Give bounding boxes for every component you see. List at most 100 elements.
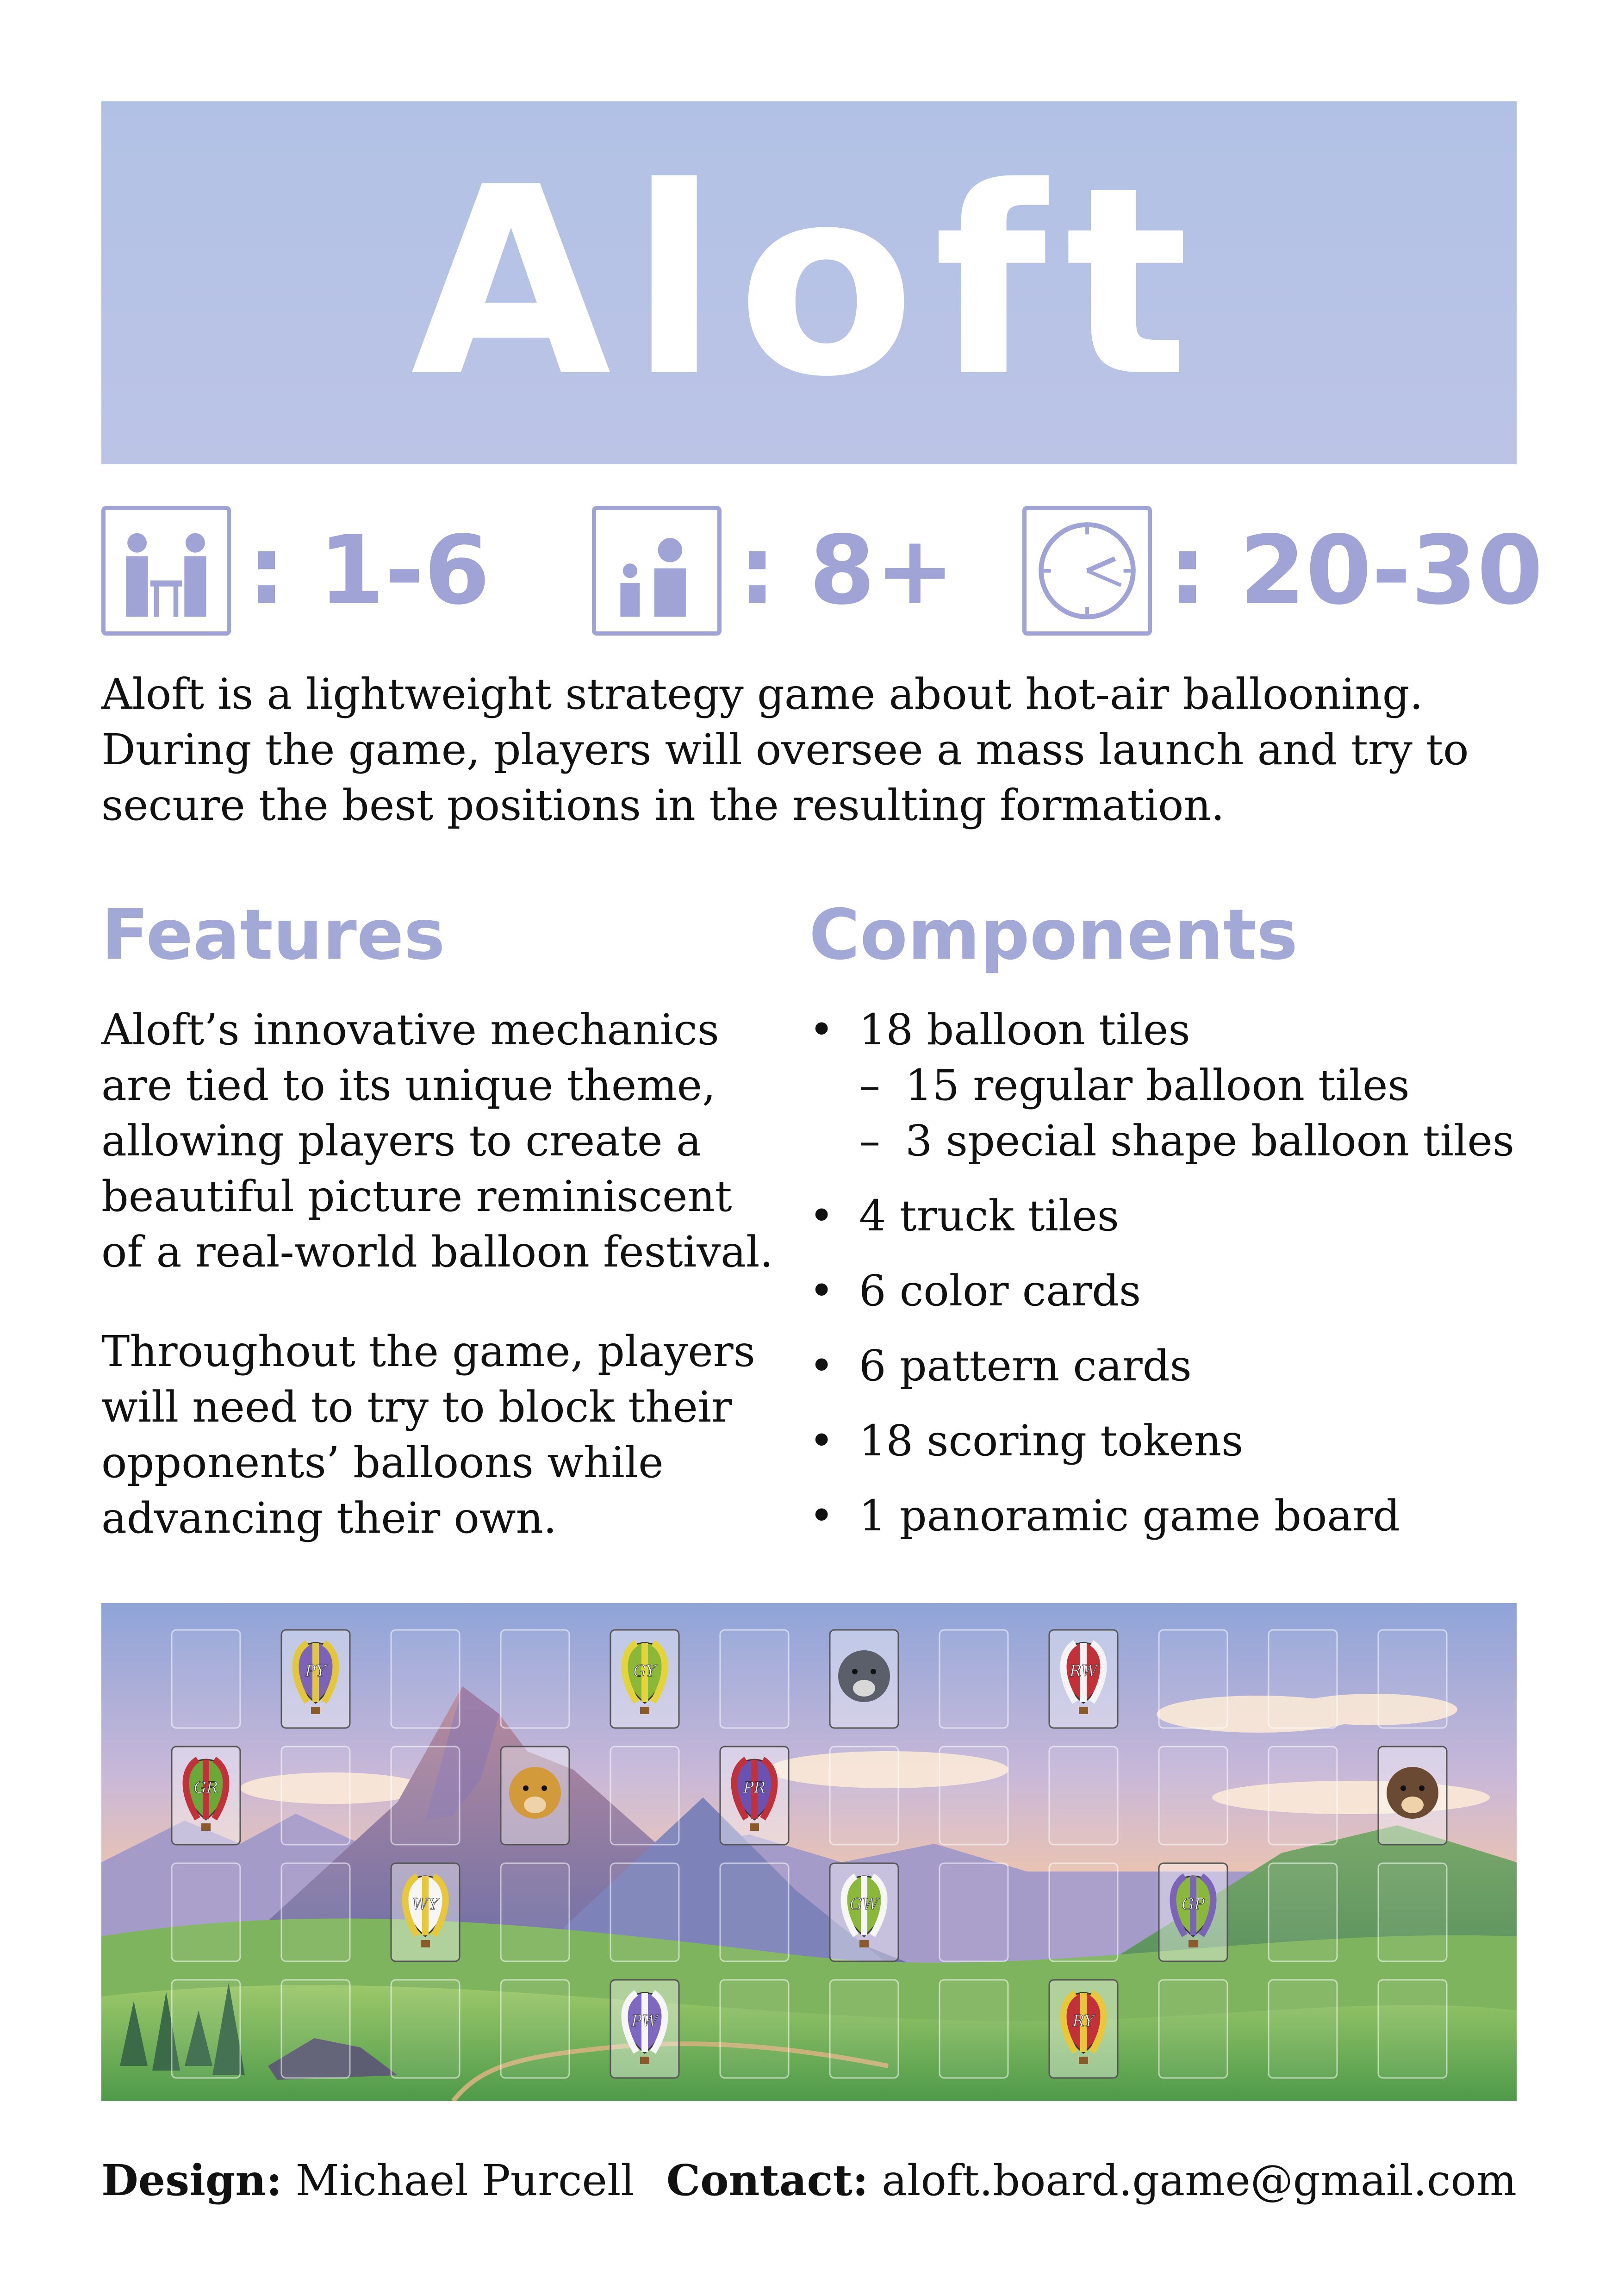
game-board-illustration: PY GY RW GR PR WY GW GP PW RY [101, 1603, 1517, 2101]
balloon-tile: PW [610, 1979, 680, 2079]
component-text: 18 balloon tiles [859, 1005, 1190, 1054]
board-svg: PY GY RW GR PR WY GW GP PW RY [101, 1603, 1517, 2101]
player-table-icon [101, 506, 231, 636]
board-space [1158, 1746, 1228, 1846]
board-space [1268, 1746, 1338, 1846]
balloon-tile: GW [829, 1862, 899, 1962]
features-line: are tied to its unique theme, [101, 1061, 716, 1110]
design-value: Michael Purcell [295, 2156, 635, 2205]
svg-text:GR: GR [194, 1778, 218, 1797]
stat-time: : 20-30 [1022, 506, 1543, 636]
component-sub-text: 15 regular balloon tiles [905, 1061, 1410, 1110]
components-list-wrap: • 18 balloon tiles –15 regular balloon ti… [809, 1002, 1517, 1544]
components-list: • 18 balloon tiles –15 regular balloon ti… [809, 1002, 1517, 1544]
board-space [610, 1862, 680, 1962]
component-text: 6 color cards [859, 1266, 1141, 1316]
balloon-tile: PY [280, 1629, 351, 1729]
contact-label: Contact: [666, 2155, 868, 2205]
intro-line: During the game, players will oversee a … [101, 725, 1469, 774]
balloon-tile: PR [719, 1746, 790, 1846]
board-space [390, 1746, 461, 1846]
balloon-tile: GY [610, 1629, 680, 1729]
svg-text:PW: PW [631, 2012, 660, 2030]
wolf-icon [829, 1629, 899, 1729]
svg-text:GW: GW [850, 1895, 880, 1914]
list-item: • 18 scoring tokens [809, 1416, 1244, 1466]
component-text: 4 truck tiles [859, 1191, 1119, 1241]
stat-players-value: : 1-6 [248, 515, 490, 626]
features-line: advancing their own. [101, 1493, 557, 1543]
stat-age-value: : 8+ [738, 515, 955, 626]
list-item: • 1 panoramic game board [809, 1491, 1400, 1541]
game-title: Aloft [411, 132, 1207, 434]
monkey-icon [1377, 1746, 1448, 1846]
board-space [1377, 1862, 1448, 1962]
features-line: allowing players to create a [101, 1116, 702, 1166]
svg-text:GY: GY [633, 1662, 658, 1680]
svg-text:PY: PY [305, 1662, 328, 1680]
features-heading: Features [101, 895, 445, 975]
board-space [939, 1862, 1009, 1962]
features-paragraph-1: Aloft’s innovative mechanics are tied to… [101, 1002, 796, 1280]
board-space [280, 1979, 351, 2079]
contact-email[interactable]: aloft.board.game@gmail.com [882, 2156, 1517, 2205]
board-space [1158, 1629, 1228, 1729]
design-label: Design: [101, 2155, 282, 2205]
balloon-tile: RW [1048, 1629, 1119, 1729]
intro-paragraph: Aloft is a lightweight strategy game abo… [101, 667, 1517, 833]
board-space [390, 1979, 461, 2079]
board-space [939, 1629, 1009, 1729]
board-space [500, 1862, 570, 1962]
board-space [1268, 1862, 1338, 1962]
list-item: • 18 balloon tiles –15 regular balloon ti… [809, 1002, 1517, 1169]
board-space [719, 1629, 790, 1729]
board-space [171, 1979, 241, 2079]
board-space [1268, 1979, 1338, 2079]
board-space [280, 1746, 351, 1846]
svg-text:GP: GP [1182, 1895, 1205, 1914]
board-space [829, 1979, 899, 2079]
svg-text:WY: WY [412, 1895, 440, 1914]
board-space [1158, 1979, 1228, 2079]
features-line: Throughout the game, players [101, 1327, 755, 1376]
components-heading: Components [809, 895, 1298, 975]
svg-text:RW: RW [1069, 1662, 1099, 1680]
board-space [171, 1862, 241, 1962]
contact-credit: Contact: aloft.board.game@gmail.com [666, 2152, 1517, 2209]
features-line: opponents’ balloons while [101, 1438, 664, 1487]
component-text: 1 panoramic game board [859, 1491, 1400, 1541]
intro-line: Aloft is a lightweight strategy game abo… [101, 669, 1423, 719]
lion-icon [500, 1746, 570, 1846]
design-credit: Design: Michael Purcell [101, 2152, 635, 2209]
stat-players: : 1-6 [101, 506, 490, 636]
board-space [171, 1629, 241, 1729]
list-item: –15 regular balloon tiles [859, 1061, 1410, 1110]
clock-icon [1022, 506, 1152, 636]
features-line: beautiful picture reminiscent [101, 1172, 732, 1221]
board-space [1377, 1629, 1448, 1729]
list-item: • 4 truck tiles [809, 1191, 1119, 1241]
balloon-tile: GP [1158, 1862, 1228, 1962]
board-space [500, 1979, 570, 2079]
balloon-tile: WY [390, 1862, 461, 1962]
features-line: will need to try to block their [101, 1382, 732, 1432]
sub-list: –15 regular balloon tiles –3 special sha… [859, 1058, 1517, 1169]
balloon-tile: RY [1048, 1979, 1119, 2079]
board-space [1048, 1862, 1119, 1962]
svg-text:PR: PR [743, 1778, 765, 1797]
component-text: 18 scoring tokens [859, 1416, 1244, 1466]
component-sub-text: 3 special shape balloon tiles [905, 1116, 1515, 1166]
board-space [500, 1629, 570, 1729]
component-text: 6 pattern cards [859, 1341, 1192, 1391]
stat-age: : 8+ [592, 506, 955, 636]
board-space [719, 1979, 790, 2079]
list-item: • 6 pattern cards [809, 1341, 1192, 1391]
board-space [939, 1746, 1009, 1846]
intro-line: secure the best positions in the resulti… [101, 780, 1225, 830]
board-space [719, 1862, 790, 1962]
board-space [390, 1629, 461, 1729]
features-paragraph-2: Throughout the game, players will need t… [101, 1324, 796, 1546]
board-space [1048, 1746, 1119, 1846]
age-people-icon [592, 506, 722, 636]
board-space [1377, 1979, 1448, 2079]
